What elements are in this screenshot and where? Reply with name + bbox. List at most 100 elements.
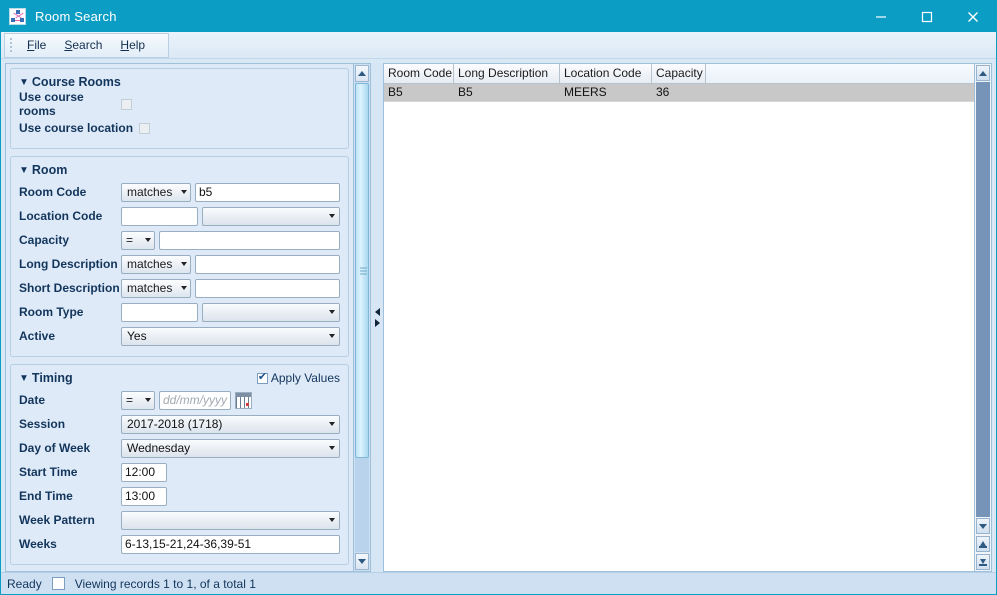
operator-value-room-code: matches	[127, 185, 172, 199]
search-criteria-panel: ▼ Course Rooms Use course rooms Use cour…	[5, 63, 354, 572]
results-scroll-track[interactable]	[976, 82, 990, 517]
menu-bar: File Search Help	[4, 33, 169, 58]
results-empty-area	[384, 102, 974, 571]
status-checkbox[interactable]	[52, 577, 65, 590]
group-timing: ▼ Timing Apply Values Date =	[10, 364, 349, 565]
input-capacity[interactable]	[159, 231, 340, 250]
group-course-rooms-header[interactable]: ▼ Course Rooms	[19, 75, 340, 89]
collapse-left-icon[interactable]	[375, 308, 380, 316]
label-date: Date	[19, 393, 121, 407]
operator-select-capacity[interactable]: =	[121, 231, 155, 250]
checkbox-use-course-rooms[interactable]	[121, 99, 132, 110]
search-panel-scrollbar[interactable]	[354, 63, 371, 572]
input-end-time[interactable]: 13:00	[121, 487, 167, 506]
label-session: Session	[19, 417, 121, 431]
input-long-description[interactable]	[195, 255, 340, 274]
results-scrollbar[interactable]	[975, 63, 992, 572]
double-arrow-up-icon	[979, 541, 987, 548]
dropdown-room-type[interactable]	[202, 303, 340, 322]
close-button[interactable]	[950, 1, 996, 32]
column-header-room-code[interactable]: Room Code	[384, 64, 454, 83]
status-state: Ready	[7, 577, 42, 591]
input-location-code[interactable]	[121, 207, 198, 226]
results-scroll-up-button[interactable]	[976, 65, 990, 81]
menu-drag-grip[interactable]	[7, 36, 16, 55]
table-row[interactable]: B5 B5 MEERS 36	[384, 84, 974, 102]
group-timing-header[interactable]: ▼ Timing Apply Values	[19, 371, 340, 385]
status-bar: Ready Viewing records 1 to 1, of a total…	[1, 572, 996, 594]
results-grid: Room Code Long Description Location Code…	[383, 63, 975, 572]
input-short-description[interactable]	[195, 279, 340, 298]
scroll-track[interactable]	[355, 83, 369, 552]
input-start-time[interactable]: 12:00	[121, 463, 167, 482]
operator-value-long-description: matches	[127, 257, 172, 271]
label-use-course-location: Use course location	[19, 121, 133, 135]
field-session: Session 2017-2018 (1718)	[19, 412, 340, 436]
checkbox-use-course-location[interactable]	[139, 123, 150, 134]
cell-capacity: 36	[652, 84, 706, 101]
dropdown-value-day-of-week: Wednesday	[127, 441, 190, 455]
menu-file[interactable]: File	[18, 35, 55, 55]
results-page-down-button[interactable]	[976, 554, 990, 570]
calendar-icon[interactable]	[235, 392, 252, 409]
scroll-down-button[interactable]	[355, 553, 369, 570]
panel-splitter[interactable]	[371, 63, 383, 572]
field-start-time: Start Time 12:00	[19, 460, 340, 484]
scroll-thumb[interactable]	[355, 83, 369, 458]
triangle-down-icon: ▼	[19, 165, 29, 176]
menu-help[interactable]: Help	[111, 35, 154, 55]
menu-bar-container: File Search Help	[1, 32, 996, 59]
group-timing-title: Timing	[32, 371, 73, 385]
triangle-down-icon	[358, 559, 366, 564]
input-room-code[interactable]: b5	[195, 183, 340, 202]
group-course-rooms: ▼ Course Rooms Use course rooms Use cour…	[10, 68, 349, 149]
operator-select-room-code[interactable]: matches	[121, 183, 191, 202]
column-header-capacity[interactable]: Capacity	[652, 64, 706, 83]
group-room-header[interactable]: ▼ Room	[19, 163, 340, 177]
field-long-description: Long Description matches	[19, 252, 340, 276]
chevron-down-icon	[329, 446, 335, 450]
group-room-title: Room	[32, 163, 67, 177]
label-apply-values: Apply Values	[271, 371, 340, 385]
dropdown-location-code[interactable]	[202, 207, 340, 226]
expand-right-icon[interactable]	[375, 319, 380, 327]
minimize-button[interactable]	[858, 1, 904, 32]
input-weeks[interactable]: 6-13,15-21,24-36,39-51	[121, 535, 340, 554]
chevron-down-icon	[329, 214, 335, 218]
search-panel-column: ▼ Course Rooms Use course rooms Use cour…	[5, 63, 371, 572]
label-long-description: Long Description	[19, 257, 121, 271]
input-date[interactable]: dd/mm/yyyy	[159, 391, 231, 410]
dropdown-session[interactable]: 2017-2018 (1718)	[121, 415, 340, 434]
checkbox-apply-values[interactable]	[257, 373, 268, 384]
field-location-code: Location Code	[19, 204, 340, 228]
label-location-code: Location Code	[19, 209, 121, 223]
scroll-up-button[interactable]	[355, 65, 369, 82]
dropdown-day-of-week[interactable]: Wednesday	[121, 439, 340, 458]
maximize-button[interactable]	[904, 1, 950, 32]
cell-long-description: B5	[454, 84, 560, 101]
operator-select-long-description[interactable]: matches	[121, 255, 191, 274]
dropdown-value-active: Yes	[127, 329, 147, 343]
label-room-type: Room Type	[19, 305, 121, 319]
cell-filler	[706, 84, 974, 101]
menu-search[interactable]: Search	[55, 35, 111, 55]
scroll-thumb-grip	[360, 265, 367, 276]
field-end-time: End Time 13:00	[19, 484, 340, 508]
window-controls	[858, 1, 996, 32]
column-header-location-code[interactable]: Location Code	[560, 64, 652, 83]
dropdown-active[interactable]: Yes	[121, 327, 340, 346]
chevron-down-icon	[145, 398, 151, 402]
input-room-type[interactable]	[121, 303, 198, 322]
apply-values-checkbox-wrap[interactable]: Apply Values	[257, 371, 340, 385]
results-page-up-button[interactable]	[976, 536, 990, 552]
results-scroll-down-button[interactable]	[976, 518, 990, 534]
chevron-down-icon	[329, 422, 335, 426]
chevron-down-icon	[181, 262, 187, 266]
label-active: Active	[19, 329, 121, 343]
column-header-long-description[interactable]: Long Description	[454, 64, 560, 83]
operator-select-date[interactable]: =	[121, 391, 155, 410]
operator-select-short-description[interactable]: matches	[121, 279, 191, 298]
cell-location-code: MEERS	[560, 84, 652, 101]
dropdown-week-pattern[interactable]	[121, 511, 340, 530]
label-room-code: Room Code	[19, 185, 121, 199]
